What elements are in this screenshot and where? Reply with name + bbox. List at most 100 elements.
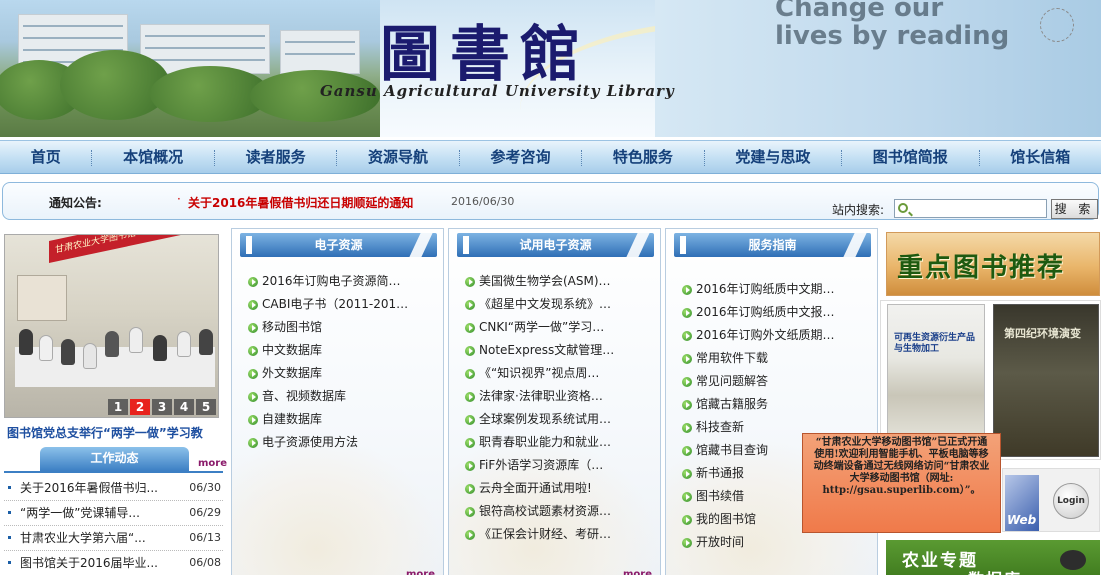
list-item[interactable]: 《正保会计财经、考研… bbox=[465, 523, 614, 546]
list-item[interactable]: 《超星中文发现系统》… bbox=[465, 293, 614, 316]
list-item-label[interactable]: 外文数据库 bbox=[262, 366, 322, 380]
list-item-label[interactable]: 全球案例发现系统试用… bbox=[479, 412, 611, 426]
list-item[interactable]: “两学一做”党课辅导... 06/29 bbox=[4, 501, 223, 526]
slide-page-4[interactable]: 4 bbox=[174, 399, 194, 415]
list-item-label[interactable]: 2016年订购外文纸质期… bbox=[696, 328, 835, 342]
nav-item-party[interactable]: 党建与思政 bbox=[705, 141, 841, 173]
work-news-more-link[interactable]: more bbox=[198, 458, 227, 469]
list-item[interactable]: 法律家·法律职业资格… bbox=[465, 385, 614, 408]
list-item-label[interactable]: 图书续借 bbox=[696, 489, 744, 503]
list-item-label[interactable]: 2016年订购纸质中文报… bbox=[696, 305, 835, 319]
notice-label: 通知公告: bbox=[49, 196, 102, 210]
work-news-tab[interactable]: 工作动态 bbox=[40, 447, 189, 471]
list-item[interactable]: 自建数据库 bbox=[248, 408, 408, 431]
list-item[interactable]: 2016年订购外文纸质期… bbox=[682, 324, 835, 347]
popup-url[interactable]: http://gsau.superlib.com）”。 bbox=[822, 485, 980, 496]
search-button[interactable]: 搜 索 bbox=[1051, 199, 1098, 219]
news-slideshow[interactable]: 甘肃农业大学图书馆 1 2 3 4 5 bbox=[4, 234, 219, 418]
list-item[interactable]: 外文数据库 bbox=[248, 362, 408, 385]
list-item[interactable]: FiF外语学习资源库（… bbox=[465, 454, 614, 477]
slide-page-2[interactable]: 2 bbox=[130, 399, 150, 415]
list-item-label[interactable]: 云舟全面开通试用啦! bbox=[479, 481, 592, 495]
list-item-label[interactable]: CNKI“两学一做”学习… bbox=[479, 320, 604, 334]
list-item-label[interactable]: 法律家·法律职业资格… bbox=[479, 389, 603, 403]
list-item-label[interactable]: 科技查新 bbox=[696, 420, 744, 434]
list-item[interactable]: 图书馆关于2016届毕业... 06/08 bbox=[4, 551, 223, 575]
list-item[interactable]: NoteExpress文献管理… bbox=[465, 339, 614, 362]
list-item-label[interactable]: 职青春职业能力和就业… bbox=[479, 435, 611, 449]
list-item-label[interactable]: 电子资源使用方法 bbox=[262, 435, 358, 449]
list-item[interactable]: 职青春职业能力和就业… bbox=[465, 431, 614, 454]
list-item-label[interactable]: 《“知识视界”视点周… bbox=[479, 366, 599, 380]
slide-page-3[interactable]: 3 bbox=[152, 399, 172, 415]
list-item-label[interactable]: 中文数据库 bbox=[262, 343, 322, 357]
book-cover-title: 第四纪环境演变 bbox=[1004, 327, 1081, 340]
slideshow-caption[interactable]: 图书馆党总支举行“两学一做”学习教 bbox=[7, 424, 203, 441]
mobile-library-popup[interactable]: “甘肃农业大学移动图书馆”已正式开通使用!欢迎利用智能手机、平板电脑等移动终端设… bbox=[802, 433, 1001, 533]
nav-item-resources[interactable]: 资源导航 bbox=[337, 141, 458, 173]
list-item-label[interactable]: 自建数据库 bbox=[262, 412, 322, 426]
nav-item-director-mailbox[interactable]: 馆长信箱 bbox=[980, 141, 1101, 173]
list-item[interactable]: CNKI“两学一做”学习… bbox=[465, 316, 614, 339]
nav-item-reference[interactable]: 参考咨询 bbox=[460, 141, 581, 173]
book-recommendation-banner[interactable]: 重点图书推荐 bbox=[886, 232, 1100, 296]
list-item[interactable]: 电子资源使用方法 bbox=[248, 431, 408, 454]
slide-page-5[interactable]: 5 bbox=[196, 399, 216, 415]
list-item[interactable]: 常用软件下载 bbox=[682, 347, 835, 370]
list-item[interactable]: 2016年订购纸质中文报… bbox=[682, 301, 835, 324]
list-item[interactable]: 全球案例发现系统试用… bbox=[465, 408, 614, 431]
notice-link[interactable]: 关于2016年暑假借书归还日期顺延的通知 bbox=[188, 194, 413, 211]
list-item[interactable]: 2016年订购纸质中文期… bbox=[682, 278, 835, 301]
list-item-label[interactable]: 2016年订购纸质中文期… bbox=[696, 282, 835, 296]
list-item[interactable]: 《“知识视界”视点周… bbox=[465, 362, 614, 385]
list-item-title[interactable]: 关于2016年暑假借书归... bbox=[20, 477, 158, 499]
list-item-title[interactable]: 图书馆关于2016届毕业... bbox=[20, 552, 158, 574]
book-cover[interactable]: 第四纪环境演变 bbox=[993, 304, 1099, 457]
list-item[interactable]: 美国微生物学会(ASM)… bbox=[465, 270, 614, 293]
list-item-label[interactable]: 美国微生物学会(ASM)… bbox=[479, 274, 611, 288]
e-resources-more-link[interactable]: more bbox=[406, 569, 435, 575]
list-item-label[interactable]: 馆藏书目查询 bbox=[696, 443, 768, 457]
list-item[interactable]: 音、视频数据库 bbox=[248, 385, 408, 408]
list-item[interactable]: CABI电子书（2011-201… bbox=[248, 293, 408, 316]
list-item[interactable]: 常见问题解答 bbox=[682, 370, 835, 393]
list-item[interactable]: 2016年订购电子资源简… bbox=[248, 270, 408, 293]
list-item[interactable]: 银符高校试题素材资源… bbox=[465, 500, 614, 523]
list-item[interactable]: 馆藏古籍服务 bbox=[682, 393, 835, 416]
agri-database-title: 农业专题 bbox=[902, 551, 978, 571]
list-item-label[interactable]: 常见问题解答 bbox=[696, 374, 768, 388]
nav-item-reader-services[interactable]: 读者服务 bbox=[215, 141, 336, 173]
list-item[interactable]: 移动图书馆 bbox=[248, 316, 408, 339]
list-item-label[interactable]: 新书通报 bbox=[696, 466, 744, 480]
list-item-label[interactable]: 移动图书馆 bbox=[262, 320, 322, 334]
list-item[interactable]: 关于2016年暑假借书归... 06/30 bbox=[4, 476, 223, 501]
list-item-label[interactable]: 音、视频数据库 bbox=[262, 389, 346, 403]
list-item[interactable]: 开放时间 bbox=[682, 531, 835, 554]
nav-item-about[interactable]: 本馆概况 bbox=[92, 141, 213, 173]
search-input[interactable] bbox=[894, 199, 1047, 218]
list-item-label[interactable]: 2016年订购电子资源简… bbox=[262, 274, 401, 288]
list-item-label[interactable]: 《正保会计财经、考研… bbox=[479, 527, 611, 541]
trial-resources-more-link[interactable]: more bbox=[623, 569, 652, 575]
agri-database-banner[interactable]: 农业专题 数据库 bbox=[886, 540, 1100, 575]
list-item-title[interactable]: 甘肃农业大学第六届“... bbox=[20, 527, 146, 549]
list-item-label[interactable]: FiF外语学习资源库（… bbox=[479, 458, 603, 472]
list-item-label[interactable]: 馆藏古籍服务 bbox=[696, 397, 768, 411]
web-logo[interactable]: Web bbox=[1005, 475, 1039, 531]
list-item-label[interactable]: 开放时间 bbox=[696, 535, 744, 549]
list-item-label[interactable]: 我的图书馆 bbox=[696, 512, 756, 526]
nav-item-home[interactable]: 首页 bbox=[0, 141, 91, 173]
list-item-label[interactable]: 银符高校试题素材资源… bbox=[479, 504, 611, 518]
list-item-title[interactable]: “两学一做”党课辅导... bbox=[20, 502, 140, 524]
nav-item-special-services[interactable]: 特色服务 bbox=[582, 141, 703, 173]
list-item[interactable]: 云舟全面开通试用啦! bbox=[465, 477, 614, 500]
login-button[interactable]: Login bbox=[1053, 483, 1089, 519]
list-item[interactable]: 中文数据库 bbox=[248, 339, 408, 362]
list-item[interactable]: 甘肃农业大学第六届“... 06/13 bbox=[4, 526, 223, 551]
list-item-label[interactable]: 常用软件下载 bbox=[696, 351, 768, 365]
list-item-label[interactable]: 《超星中文发现系统》… bbox=[479, 297, 611, 311]
nav-item-bulletin[interactable]: 图书馆简报 bbox=[842, 141, 978, 173]
list-item-label[interactable]: CABI电子书（2011-201… bbox=[262, 297, 408, 311]
slide-page-1[interactable]: 1 bbox=[108, 399, 128, 415]
list-item-label[interactable]: NoteExpress文献管理… bbox=[479, 343, 614, 357]
